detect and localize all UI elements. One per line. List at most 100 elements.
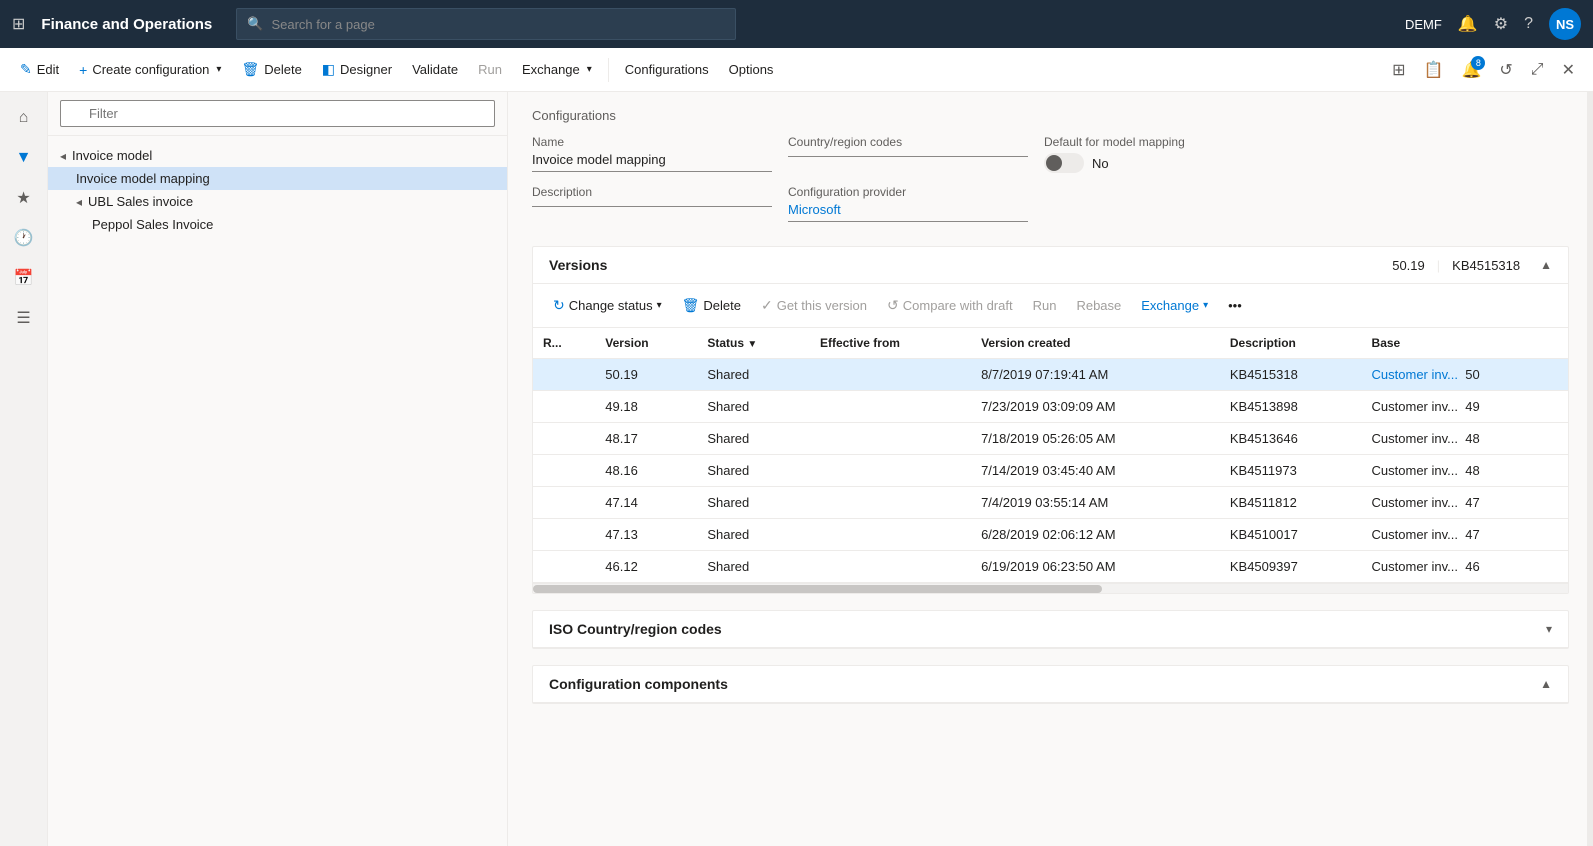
close-icon-btn[interactable]: ✕ <box>1556 54 1581 86</box>
table-row[interactable]: 47.13 Shared 6/28/2019 02:06:12 AM KB451… <box>533 519 1568 551</box>
table-row[interactable]: 48.16 Shared 7/14/2019 03:45:40 AM KB451… <box>533 455 1568 487</box>
col-version[interactable]: Version <box>595 328 697 359</box>
cell-status: Shared <box>697 455 810 487</box>
cell-version-created: 6/28/2019 02:06:12 AM <box>971 519 1220 551</box>
iso-section-header[interactable]: ISO Country/region codes ▾ <box>533 611 1568 648</box>
cell-effective-from <box>810 391 971 423</box>
search-input[interactable] <box>271 17 725 32</box>
versions-scrollbar[interactable] <box>533 583 1568 593</box>
tree-item-ubl-sales[interactable]: ◂ UBL Sales invoice <box>48 190 507 213</box>
cell-description: KB4510017 <box>1220 519 1362 551</box>
cell-status: Shared <box>697 519 810 551</box>
cell-description: KB4513898 <box>1220 391 1362 423</box>
settings-icon[interactable]: ⚙ <box>1494 14 1508 34</box>
view-icon-btn[interactable]: 📋 <box>1418 54 1450 86</box>
table-row[interactable]: 50.19 Shared 8/7/2019 07:19:41 AM KB4515… <box>533 359 1568 391</box>
create-config-button[interactable]: + Create configuration ▾ <box>71 56 229 84</box>
sidebar-star-icon[interactable]: ★ <box>6 180 42 216</box>
exchange-button[interactable]: Exchange ▾ <box>514 56 600 83</box>
table-row[interactable]: 46.12 Shared 6/19/2019 06:23:50 AM KB450… <box>533 551 1568 583</box>
versions-table: R... Version Status ▼ Effective from Ver… <box>533 328 1568 583</box>
versions-delete-button[interactable]: 🗑 Delete <box>674 292 749 319</box>
avatar[interactable]: NS <box>1549 8 1581 40</box>
components-section-header[interactable]: Configuration components ▲ <box>533 666 1568 703</box>
get-version-icon: ✓ <box>761 297 773 314</box>
search-icon: 🔍 <box>247 16 263 32</box>
provider-link[interactable]: Microsoft <box>788 202 841 217</box>
delete-button[interactable]: 🗑 Delete <box>233 55 309 84</box>
versions-exchange-button[interactable]: Exchange ▾ <box>1133 293 1216 318</box>
more-options-button[interactable]: ••• <box>1220 293 1250 318</box>
options-button[interactable]: Options <box>721 56 782 83</box>
configurations-button[interactable]: Configurations <box>617 56 717 83</box>
cell-description: KB4513646 <box>1220 423 1362 455</box>
get-this-version-button[interactable]: ✓ Get this version <box>753 292 875 319</box>
col-description[interactable]: Description <box>1220 328 1362 359</box>
edit-button[interactable]: ✎ Edit <box>12 55 67 84</box>
sidebar-calendar-icon[interactable]: 📅 <box>6 260 42 296</box>
default-toggle[interactable] <box>1044 153 1084 173</box>
tree-item-invoice-model-mapping[interactable]: Invoice model mapping <box>48 167 507 190</box>
versions-chevron-icon: ▲ <box>1540 258 1552 272</box>
sidebar-home-icon[interactable]: ⌂ <box>6 100 42 136</box>
sidebar-clock-icon[interactable]: 🕐 <box>6 220 42 256</box>
compare-with-draft-button[interactable]: ↺ Compare with draft <box>879 292 1021 319</box>
col-r: R... <box>533 328 595 359</box>
refresh-icon-btn[interactable]: ↺ <box>1493 54 1518 86</box>
cell-effective-from <box>810 455 971 487</box>
col-version-created[interactable]: Version created <box>971 328 1220 359</box>
delete-icon: 🗑 <box>241 61 259 78</box>
tree-item-invoice-model[interactable]: ◂ Invoice model <box>48 144 507 167</box>
cell-effective-from <box>810 423 971 455</box>
cmd-separator-1 <box>608 58 609 82</box>
cell-base: Customer inv... 48 <box>1362 423 1568 455</box>
designer-icon: ◧ <box>322 61 335 78</box>
help-icon[interactable]: ? <box>1524 15 1533 33</box>
cell-version: 48.16 <box>595 455 697 487</box>
table-row[interactable]: 49.18 Shared 7/23/2019 03:09:09 AM KB451… <box>533 391 1568 423</box>
change-status-button[interactable]: ↻ Change status ▾ <box>545 292 670 319</box>
collapse-icon: ◂ <box>60 149 66 163</box>
sidebar-list-icon[interactable]: ☰ <box>6 300 42 336</box>
cell-effective-from <box>810 519 971 551</box>
table-row[interactable]: 47.14 Shared 7/4/2019 03:55:14 AM KB4511… <box>533 487 1568 519</box>
cell-version: 50.19 <box>595 359 697 391</box>
create-config-chevron-icon: ▾ <box>216 64 221 75</box>
demf-label: DEMF <box>1405 17 1442 32</box>
versions-exchange-chevron-icon: ▾ <box>1203 300 1208 311</box>
col-effective-from[interactable]: Effective from <box>810 328 971 359</box>
search-bar[interactable]: 🔍 <box>236 8 736 40</box>
cell-effective-from <box>810 487 971 519</box>
cell-description: KB4515318 <box>1220 359 1362 391</box>
col-status[interactable]: Status ▼ <box>697 328 810 359</box>
validate-button[interactable]: Validate <box>404 56 466 83</box>
cell-status: Shared <box>697 359 810 391</box>
waffle-icon[interactable]: ⊞ <box>12 14 25 34</box>
breadcrumb: Configurations <box>532 108 1569 123</box>
provider-field: Configuration provider Microsoft <box>788 185 1028 222</box>
change-status-icon: ↻ <box>553 297 565 314</box>
notification-icon[interactable]: 🔔 <box>1458 14 1478 34</box>
designer-button[interactable]: ◧ Designer <box>314 55 400 84</box>
plus-icon: + <box>79 62 87 78</box>
cell-version-created: 7/4/2019 03:55:14 AM <box>971 487 1220 519</box>
col-base[interactable]: Base <box>1362 328 1568 359</box>
tree-area: ◂ Invoice model Invoice model mapping ◂ … <box>48 136 507 846</box>
versions-run-button[interactable]: Run <box>1025 293 1065 318</box>
cell-version-created: 7/23/2019 03:09:09 AM <box>971 391 1220 423</box>
versions-badge-version: 50.19 <box>1392 258 1425 273</box>
cell-status: Shared <box>697 423 810 455</box>
tree-item-peppol[interactable]: Peppol Sales Invoice <box>48 213 507 236</box>
run-button[interactable]: Run <box>470 56 510 83</box>
filter-icon-btn[interactable]: ⊞ <box>1386 54 1411 86</box>
versions-table-scroll[interactable]: R... Version Status ▼ Effective from Ver… <box>533 328 1568 583</box>
description-field: Description <box>532 185 772 222</box>
popout-icon-btn[interactable]: ⤢ <box>1525 55 1550 85</box>
table-row[interactable]: 48.17 Shared 7/18/2019 05:26:05 AM KB451… <box>533 423 1568 455</box>
rebase-button[interactable]: Rebase <box>1068 293 1129 318</box>
filter-input[interactable] <box>60 100 495 127</box>
versions-section-header[interactable]: Versions 50.19 | KB4515318 ▲ <box>533 247 1568 284</box>
cell-r <box>533 391 595 423</box>
notification-badge-btn[interactable]: 🔔8 <box>1455 54 1487 86</box>
sidebar-filter-icon[interactable]: ▼ <box>6 140 42 176</box>
